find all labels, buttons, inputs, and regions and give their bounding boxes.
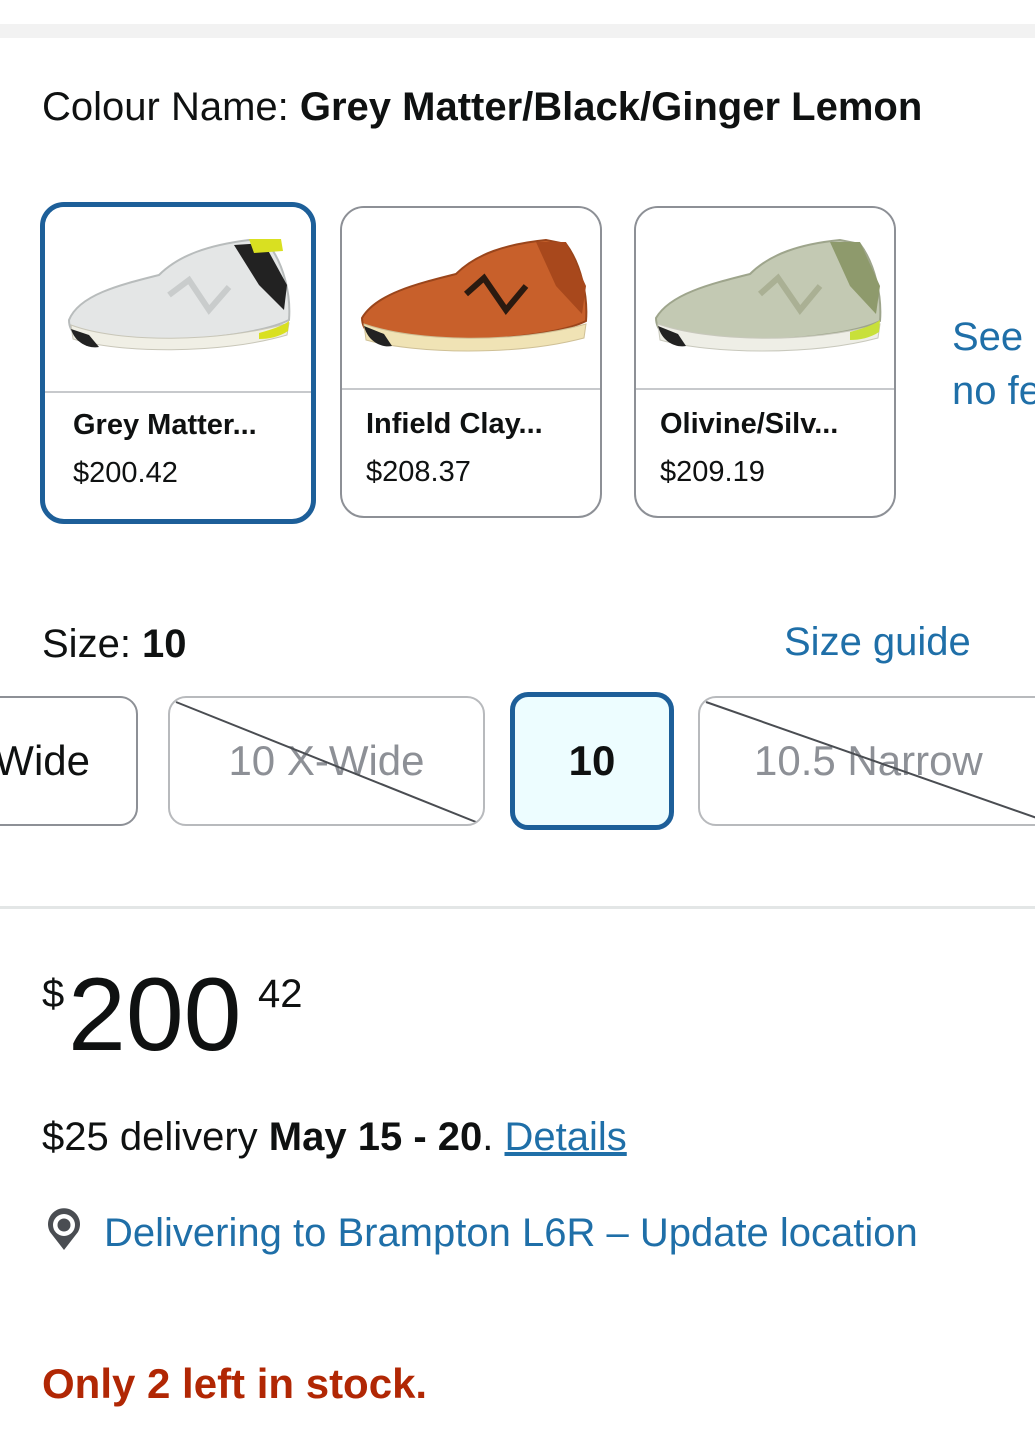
swatch-image [342, 208, 600, 388]
swatch-image [636, 208, 894, 388]
delivery-prefix: $25 delivery [42, 1115, 269, 1159]
unavailable-strike-icon [705, 701, 1035, 819]
size-option-10[interactable]: 10 [510, 692, 674, 830]
delivery-location-link[interactable]: Delivering to Brampton L6R – Update loca… [104, 1204, 984, 1262]
see-more-line2: no fe [952, 369, 1035, 413]
size-option-wide[interactable]: Wide [0, 696, 138, 826]
delivery-dates: May 15 - 20 [268, 1115, 483, 1159]
size-value: 10 [142, 622, 187, 666]
section-divider-top [0, 24, 1035, 38]
price-fraction: 42 [258, 972, 303, 1016]
size-label: Size: [42, 622, 143, 666]
size-option-label: 10 [568, 737, 616, 784]
swatch-name: Olivine/Silv... [660, 408, 839, 440]
size-heading: Size: 10 [42, 622, 187, 667]
shoe-image-icon [67, 238, 291, 351]
price-whole: 200 [68, 957, 242, 1073]
location-pin-icon [48, 1208, 80, 1250]
swatch-price: $208.37 [366, 456, 471, 488]
swatch-divider [636, 388, 894, 390]
swatch-price: $209.19 [660, 456, 765, 488]
see-more-line1: See [952, 315, 1024, 359]
swatch-price: $200.42 [73, 457, 178, 489]
see-more-colours-link[interactable]: See no fe [952, 310, 1035, 418]
shoe-image-icon [360, 238, 588, 352]
swatch-divider [342, 388, 600, 390]
swatch-image [45, 207, 311, 387]
colour-swatch-grey-matter[interactable]: Grey Matter... $200.42 [40, 202, 316, 524]
price-currency-symbol: $ [42, 972, 65, 1016]
delivery-suffix: . [482, 1115, 505, 1159]
size-option-10-5-narrow[interactable]: 10.5 Narrow [698, 696, 1035, 826]
delivery-info: $25 delivery May 15 - 20. Details [42, 1115, 627, 1160]
shoe-image-icon [654, 238, 882, 352]
colour-swatch-olivine[interactable]: Olivine/Silv... $209.19 [634, 206, 896, 518]
swatch-divider [45, 391, 311, 393]
size-guide-link[interactable]: Size guide [784, 620, 971, 665]
section-divider [0, 906, 1035, 909]
delivery-details-link[interactable]: Details [505, 1115, 627, 1159]
unavailable-strike-icon [175, 701, 482, 824]
size-option-10-x-wide[interactable]: 10 X-Wide [168, 696, 485, 826]
size-option-label: Wide [0, 737, 90, 784]
stock-status: Only 2 left in stock. [42, 1360, 428, 1407]
colour-name-value: Grey Matter/Black/Ginger Lemon [299, 85, 923, 129]
colour-swatch-infield-clay[interactable]: Infield Clay... $208.37 [340, 206, 602, 518]
colour-name-label: Colour Name: [42, 85, 300, 129]
swatch-name: Infield Clay... [366, 408, 543, 440]
top-strip [0, 0, 1035, 24]
colour-name-heading: Colour Name: Grey Matter/Black/Ginger Le… [42, 78, 942, 136]
swatch-name: Grey Matter... [73, 409, 257, 441]
